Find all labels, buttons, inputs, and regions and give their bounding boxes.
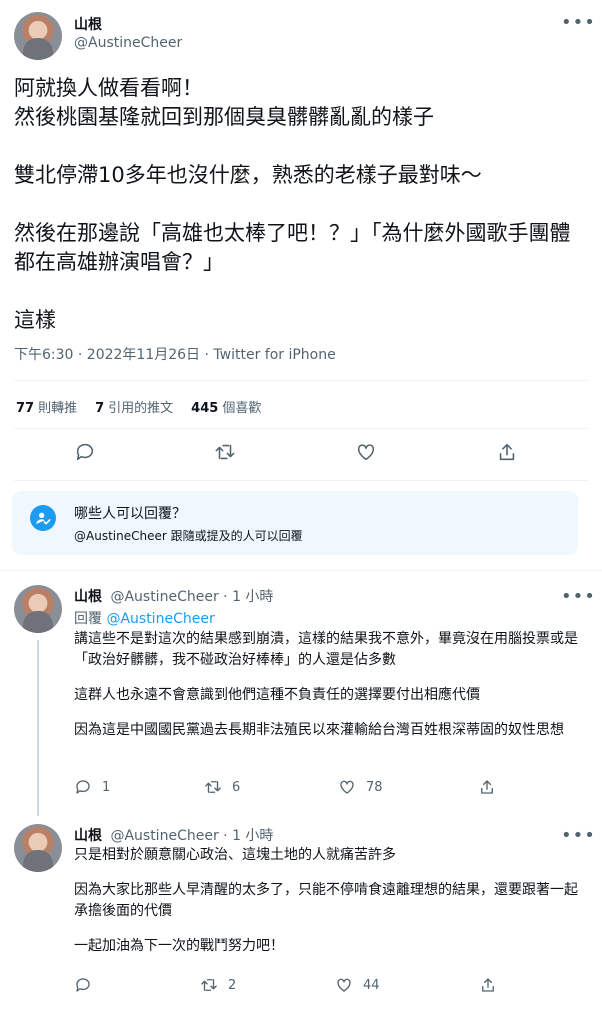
who-can-reply-subtitle: @AustineCheer 跟隨或提及的人可以回覆 [74, 529, 303, 543]
avatar[interactable] [14, 585, 62, 633]
who-can-reply-title: 哪些人可以回覆？ [74, 506, 186, 522]
retweet-count: 6 [232, 779, 241, 795]
reply-header: 山根 @AustineCheer · 1 小時 [74, 589, 274, 605]
reply-text: 只是相對於願意關心政治、這塊土地的人就痛苦許多 因為大家比那些人早清醒的太多了，… [74, 845, 582, 957]
likes-stat[interactable]: 445 個喜歡 [191, 397, 261, 416]
tweet-paragraph: 這樣 [14, 308, 56, 332]
quotes-stat[interactable]: 7 引用的推文 [95, 397, 173, 416]
share-button[interactable] [496, 441, 518, 463]
replying-to: 回覆 @AustineCheer [74, 611, 215, 627]
reply-action-bar: 1 6 78 [0, 778, 602, 808]
retweet-icon [201, 979, 217, 991]
reply-button[interactable]: 1 [74, 778, 110, 796]
more-icon[interactable]: ••• [561, 588, 596, 606]
retweet-button[interactable]: 2 [200, 976, 236, 994]
retweets-stat[interactable]: 77 則轉推 [16, 397, 77, 416]
reply-paragraph: 因為這是中國國民黨過去長期非法殖民以來灌輸給台灣百姓根深蒂固的奴性思想 [74, 722, 564, 738]
divider [14, 380, 588, 381]
like-count: 44 [363, 977, 380, 993]
more-icon[interactable]: ••• [561, 14, 596, 32]
share-button[interactable] [479, 976, 497, 994]
author-name[interactable]: 山根 [74, 828, 102, 844]
retweet-icon [215, 444, 235, 460]
share-icon [499, 443, 515, 461]
tweet-stats: 77 則轉推 7 引用的推文 445 個喜歡 [16, 397, 261, 416]
divider [14, 428, 588, 429]
heart-icon [357, 444, 375, 461]
reply-time[interactable]: 1 小時 [232, 828, 273, 844]
main-action-bar [0, 441, 602, 471]
reply-time[interactable]: 1 小時 [232, 589, 273, 605]
reply-button[interactable] [74, 441, 96, 463]
reply-paragraph: 講這些不是對這次的結果感到崩潰，這樣的結果我不意外，畢竟沒在用腦投票或是「政治好… [74, 631, 578, 668]
tweet-meta[interactable]: 下午6:30 · 2022年11月26日 · Twitter for iPhon… [14, 344, 336, 364]
tweet-paragraph: 雙北停滯10多年也沒什麼，熟悉的老樣子最對味～ [14, 163, 482, 187]
like-button[interactable]: 78 [338, 778, 383, 796]
reply-button[interactable] [74, 976, 102, 994]
share-button[interactable] [478, 778, 496, 796]
tweet-paragraph: 然後在那邊說「高雄也太棒了吧！？」「為什麼外國歌手團體都在高雄辦演唱會？」 [14, 221, 571, 274]
heart-icon [337, 978, 351, 992]
heart-icon [340, 780, 354, 794]
reply-icon [76, 978, 90, 992]
retweet-count: 2 [228, 977, 237, 993]
who-can-reply-box: 哪些人可以回覆？ @AustineCheer 跟隨或提及的人可以回覆 [12, 491, 578, 555]
author-name[interactable]: 山根 [74, 14, 102, 34]
reply-paragraph: 因為大家比那些人早清醒的太多了，只能不停啃食遠離理想的結果，還要跟著一起承擔後面… [74, 882, 578, 919]
author-handle[interactable]: @AustineCheer [74, 35, 182, 51]
more-icon[interactable]: ••• [561, 827, 596, 845]
tweet-text: 阿就換人做看看啊！ 然後桃園基隆就回到那個臭臭髒髒亂亂的樣子 雙北停滯10多年也… [14, 74, 584, 335]
reply-paragraph: 一起加油為下一次的戰鬥努力吧！ [74, 938, 284, 954]
reply-icon [76, 443, 94, 461]
avatar[interactable] [14, 12, 62, 60]
like-count: 78 [366, 779, 383, 795]
reply-paragraph: 這群人也永遠不會意識到他們這種不負責任的選擇要付出相應代價 [74, 687, 480, 703]
share-icon [482, 978, 494, 992]
author-handle[interactable]: @AustineCheer [110, 828, 218, 844]
retweet-button[interactable] [214, 441, 236, 463]
like-button[interactable]: 44 [335, 976, 380, 994]
divider [14, 480, 588, 481]
author-handle[interactable]: @AustineCheer [110, 589, 218, 605]
reply-icon [76, 780, 90, 794]
divider [0, 570, 602, 571]
like-button[interactable] [355, 441, 377, 463]
share-icon [481, 780, 493, 794]
retweet-button[interactable]: 6 [204, 778, 240, 796]
reply-header: 山根 @AustineCheer · 1 小時 [74, 828, 274, 844]
retweet-icon [205, 781, 221, 793]
author-name[interactable]: 山根 [74, 589, 102, 605]
reply-paragraph: 只是相對於願意關心政治、這塊土地的人就痛苦許多 [74, 847, 396, 863]
reply-action-bar: 2 44 [0, 976, 602, 1006]
tweet-paragraph: 阿就換人做看看啊！ 然後桃園基隆就回到那個臭臭髒髒亂亂的樣子 [14, 76, 434, 129]
person-check-icon [30, 505, 56, 531]
reply-count: 1 [102, 779, 111, 795]
reply-text: 講這些不是對這次的結果感到崩潰，這樣的結果我不意外，畢竟沒在用腦投票或是「政治好… [74, 629, 582, 741]
replying-to-handle[interactable]: @AustineCheer [106, 611, 214, 627]
avatar[interactable] [14, 824, 62, 872]
